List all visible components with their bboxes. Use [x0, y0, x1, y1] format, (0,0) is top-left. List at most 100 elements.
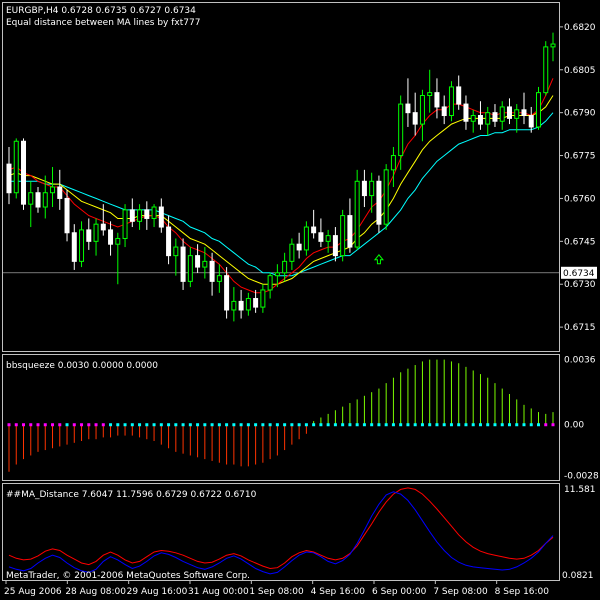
squeeze-dot	[210, 423, 214, 427]
squeeze-dot	[435, 423, 439, 427]
squeeze-dot	[341, 423, 345, 427]
squeeze-dot	[29, 423, 33, 427]
squeeze-dot	[181, 423, 185, 427]
squeeze-dot	[500, 423, 504, 427]
squeeze-dot	[507, 423, 511, 427]
squeeze-dot	[188, 423, 192, 427]
candle-body	[21, 140, 27, 205]
squeeze-dot	[370, 423, 374, 427]
squeeze-dot	[152, 423, 156, 427]
candle-body	[129, 209, 135, 222]
candle-body	[347, 215, 353, 248]
candle-body	[144, 209, 150, 219]
squeeze-dot	[87, 423, 91, 427]
trading-chart: 0.6820 0.6805 0.6790 0.6775 0.6760 0.6745 0.67…	[0, 0, 600, 600]
squeeze-dot	[515, 423, 519, 427]
price-tick-label: 0.6790	[564, 109, 596, 119]
candle-body	[354, 180, 360, 248]
candle-body	[253, 298, 259, 308]
squeeze-dot	[72, 423, 76, 427]
squeeze-dot	[109, 423, 113, 427]
price-tick-label: 0.6745	[564, 237, 596, 247]
current-price-label: 0.6734	[563, 269, 595, 279]
candle-body	[115, 237, 121, 245]
squeeze-dot	[333, 423, 337, 427]
squeeze-dot	[101, 423, 105, 427]
candle-body	[282, 260, 288, 274]
candle-body	[419, 95, 425, 125]
squeeze-dot	[486, 423, 490, 427]
squeeze-dot	[478, 423, 482, 427]
squeeze-dot	[355, 423, 359, 427]
squeeze-dot	[7, 423, 11, 427]
candle-body	[57, 186, 63, 199]
squeeze-dot	[130, 423, 134, 427]
candle-body	[369, 180, 375, 197]
squeeze-dot	[406, 423, 410, 427]
squeeze-dot	[442, 423, 446, 427]
candle-body	[427, 92, 433, 97]
squeeze-dot	[420, 423, 424, 427]
candle-body	[412, 112, 418, 125]
distance-tick-label: 11.581	[564, 485, 596, 495]
squeeze-tick-label: -0.0028	[564, 471, 599, 481]
symbol-header: EURGBP,H4 0.6728 0.6735 0.6727 0.6734	[6, 6, 196, 16]
candle-body	[158, 206, 164, 228]
squeeze-dot	[174, 423, 178, 427]
time-tick-label: 25 Aug 2006	[4, 587, 62, 597]
candle-body	[274, 272, 280, 277]
candle-body	[398, 103, 404, 157]
squeeze-dot	[65, 423, 69, 427]
candle-body	[86, 229, 92, 242]
candle-body	[231, 300, 237, 311]
squeeze-tick-label: 0.00	[564, 421, 584, 431]
candle-body	[448, 86, 454, 117]
squeeze-dot	[449, 423, 453, 427]
candle-body	[383, 169, 389, 225]
candle-body	[137, 209, 143, 222]
squeeze-dot	[138, 423, 142, 427]
candle-body	[289, 243, 295, 262]
price-tick-label: 0.6760	[564, 194, 596, 204]
candle-body	[180, 246, 186, 282]
price-tick-label: 0.6775	[564, 152, 596, 162]
candle-body	[318, 232, 324, 242]
candle-body	[122, 209, 128, 239]
candle-body	[267, 275, 273, 291]
candle-body	[514, 109, 520, 119]
squeeze-dot	[290, 423, 294, 427]
candle-body	[93, 223, 99, 242]
squeeze-dot	[312, 423, 316, 427]
squeeze-dot	[51, 423, 55, 427]
candle-body	[224, 275, 230, 311]
candle-body	[441, 106, 447, 117]
squeeze-dot	[94, 423, 98, 427]
time-tick-label: 6 Sep 00:00	[372, 587, 427, 597]
candle-body	[499, 106, 505, 122]
candle-body	[311, 226, 317, 234]
squeeze-dot	[348, 423, 352, 427]
squeeze-dot	[261, 423, 265, 427]
squeeze-dot	[413, 423, 417, 427]
squeeze-dot	[246, 423, 250, 427]
squeeze-dot	[159, 423, 163, 427]
time-tick-label: 29 Aug 16:00	[127, 587, 188, 597]
price-tick-label: 0.6820	[564, 23, 596, 33]
candle-body	[390, 155, 396, 171]
candle-body	[550, 43, 556, 48]
copyright-text: MetaTrader, © 2001-2006 MetaQuotes Softw…	[6, 571, 250, 581]
squeeze-dot	[116, 423, 120, 427]
candle-body	[79, 229, 85, 262]
candle-body	[173, 246, 179, 257]
distance-label: ##MA_Distance 7.6047 11.7596 0.6729 0.67…	[6, 490, 257, 500]
candle-body	[166, 226, 172, 257]
time-tick-label: 28 Aug 08:00	[65, 587, 126, 597]
candle-body	[209, 260, 215, 282]
candle-body	[303, 226, 309, 251]
candle-body	[376, 180, 382, 225]
candle-body	[361, 180, 367, 197]
candle-body	[71, 232, 77, 262]
candle-body	[535, 92, 541, 128]
squeeze-dot	[471, 423, 475, 427]
squeeze-dot	[43, 423, 47, 427]
